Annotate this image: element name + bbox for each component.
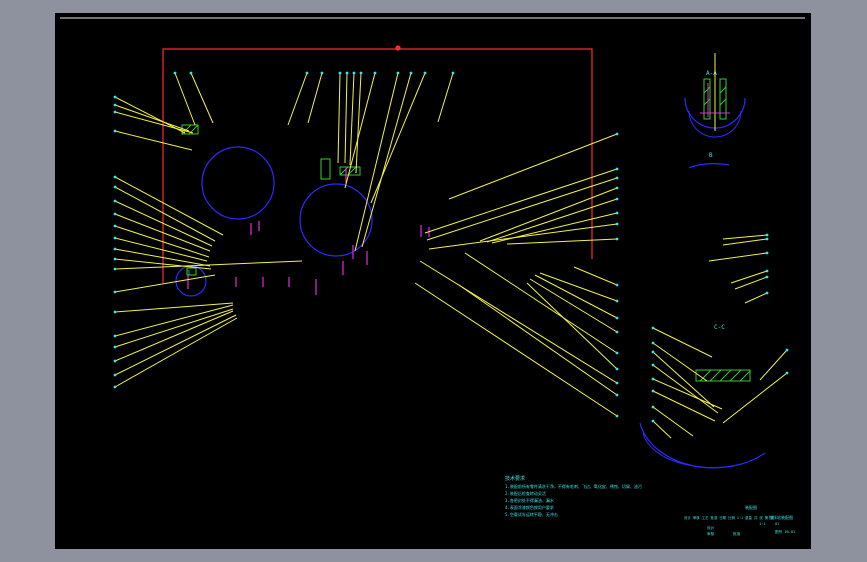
main-view-hatch <box>181 124 361 276</box>
section-a-label: A-A <box>706 70 717 77</box>
technical-notes: 技术要求 1.装配前所有零件清洗干净，不得有毛刺、飞边、氧化皮、锈蚀、切屑、油污… <box>505 475 642 517</box>
frame-outline <box>162 45 593 283</box>
title-bottom-right: 图号 JB-01 <box>775 529 795 534</box>
section-view-c: C-C <box>639 324 789 469</box>
notes-line-5: 5.空载试车运转平稳、无冲击 <box>505 511 558 517</box>
title-scale: 1:1 <box>759 522 766 526</box>
drawing-sheet: 1 A-A B C-C 技术要求 1.装配前所有零件清洗干净，不得有毛刺、飞边、… <box>55 13 811 549</box>
notes-heading: 技术要求 <box>505 475 525 482</box>
section-view-b: B <box>688 152 769 304</box>
drum-circle-left <box>201 146 275 220</box>
title-top-label: 装配图 <box>745 504 757 510</box>
notes-line-3: 3.各密封处不得漏油、漏水 <box>505 497 554 503</box>
callout-dots-main <box>113 71 619 418</box>
section-c-label: C-C <box>714 324 725 331</box>
drum-circle-right <box>299 183 373 257</box>
title-row-1: 设计 审核 工艺 批准 日期 比例 1:1 重量 共 张 第 张 <box>684 515 774 520</box>
cad-drawing: 1 A-A B C-C 技术要求 1.装配前所有零件清洗干净，不得有毛刺、飞边、… <box>60 17 805 536</box>
title-drawing-name: 搅拌站装配图 <box>769 514 793 520</box>
section-markers <box>187 168 430 295</box>
title-block: 装配图 设计 审核 工艺 批准 日期 比例 1:1 重量 共 张 第 张 搅拌站… <box>684 504 795 536</box>
title-col-right: 批准 <box>733 531 741 536</box>
part-label: 1 <box>187 270 191 277</box>
notes-line-4: 4.表面涂漆颜色按用户要求 <box>505 504 554 510</box>
notes-line-2: 2.装配后检查转动灵活 <box>505 490 546 496</box>
notes-line-1: 1.装配前所有零件清洗干净，不得有毛刺、飞边、氧化皮、锈蚀、切屑、油污 <box>505 483 642 489</box>
title-col-left: 设计 <box>707 525 715 530</box>
title-col-mid: 审核 <box>707 531 715 536</box>
section-b-label: B <box>709 152 713 159</box>
leader-lines-main <box>114 72 618 417</box>
section-view-a: A-A <box>684 53 746 138</box>
title-sheet-no: 01 <box>775 522 779 526</box>
